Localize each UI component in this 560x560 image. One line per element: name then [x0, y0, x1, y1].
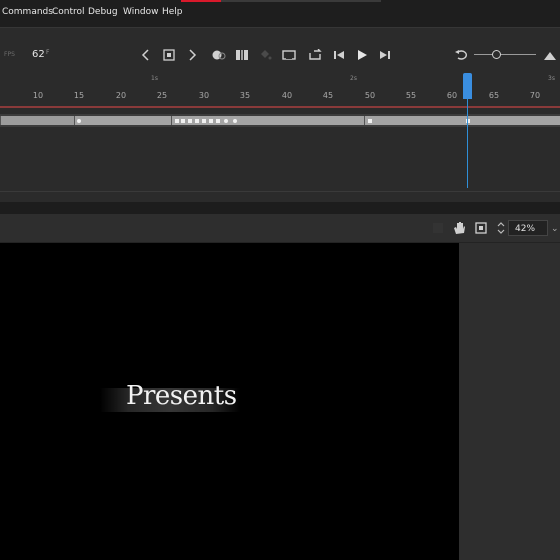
seconds-marker-2s: 2s [350, 75, 357, 82]
clip-icon[interactable] [430, 220, 446, 236]
menu-control[interactable]: Control [52, 7, 85, 17]
ruler-tick-55: 55 [405, 91, 417, 100]
keyframe[interactable] [224, 119, 228, 123]
rotate-icon[interactable] [493, 220, 509, 236]
keyframe[interactable] [181, 119, 185, 123]
playhead-handle[interactable] [463, 73, 472, 99]
ruler-tick-50: 50 [364, 91, 376, 100]
ruler-tick-60: 60 [446, 91, 458, 100]
title-divider [221, 0, 381, 2]
layer-row[interactable] [0, 114, 560, 127]
hand-icon[interactable] [451, 220, 467, 236]
stage-toolbar: 42% ⌄ [0, 214, 560, 243]
menu-commands[interactable]: Commands [2, 7, 53, 17]
current-frame[interactable]: 62 [32, 49, 45, 60]
keyframe[interactable] [368, 119, 372, 123]
keyframe[interactable] [202, 119, 206, 123]
mountain-icon[interactable] [542, 47, 558, 63]
menu-debug[interactable]: Debug [88, 7, 118, 17]
zoom-field[interactable]: 42% [508, 220, 548, 236]
frame-span[interactable] [0, 116, 74, 125]
ruler-tick-65: 65 [488, 91, 500, 100]
chevron-right-icon[interactable] [184, 47, 200, 63]
layer-highlight-line [0, 106, 560, 108]
chevron-down-icon[interactable]: ⌄ [551, 224, 559, 234]
ruler-tick-10: 10 [32, 91, 44, 100]
undo-icon[interactable] [453, 47, 469, 63]
stage-clip-icon[interactable] [473, 220, 489, 236]
stage-area: Presents [0, 243, 560, 560]
step-forward-icon[interactable] [377, 47, 393, 63]
zoom-slider-track[interactable] [474, 54, 536, 55]
paint-bucket-icon[interactable] [257, 47, 273, 63]
ruler-tick-20: 20 [115, 91, 127, 100]
timeline-ruler[interactable]: 10 15 20 25 30 35 40 45 50 55 60 65 70 [0, 86, 560, 104]
menu-bar: Commands Control Debug Window Help [0, 0, 560, 27]
ruler-tick-35: 35 [239, 91, 251, 100]
stage-text[interactable]: Presents [126, 381, 237, 411]
frame-span[interactable] [364, 116, 560, 125]
zoom-slider-thumb[interactable] [492, 50, 501, 59]
stage-canvas[interactable]: Presents [0, 243, 459, 560]
keyframe[interactable] [77, 119, 81, 123]
ruler-tick-30: 30 [198, 91, 210, 100]
keyframe-icon[interactable] [161, 47, 177, 63]
frame-unit: F [46, 49, 50, 56]
keyframe[interactable] [209, 119, 213, 123]
accent-bar [181, 0, 221, 2]
timeline-controls: FPS 62 F [0, 42, 560, 68]
edit-multiple-icon[interactable] [234, 47, 250, 63]
seconds-marker-1s: 1s [151, 75, 158, 82]
loop-icon[interactable] [307, 47, 323, 63]
ruler-tick-25: 25 [156, 91, 168, 100]
ruler-tick-15: 15 [73, 91, 85, 100]
frame-span[interactable] [74, 116, 171, 125]
step-back-icon[interactable] [331, 47, 347, 63]
keyframe[interactable] [175, 119, 179, 123]
keyframe[interactable] [233, 119, 237, 123]
frame-span[interactable] [171, 116, 364, 125]
frame-clip-icon[interactable] [281, 47, 297, 63]
fps-label: FPS [4, 51, 15, 58]
timeline-panel: FPS 62 F 1s 2s 3s 10 15 20 25 30 35 40 4… [0, 27, 560, 203]
timeline-divider [0, 191, 560, 192]
menu-window[interactable]: Window [123, 7, 159, 17]
keyframe[interactable] [195, 119, 199, 123]
keyframe[interactable] [188, 119, 192, 123]
seconds-marker-3s: 3s [548, 75, 555, 82]
keyframe[interactable] [216, 119, 220, 123]
ruler-tick-40: 40 [281, 91, 293, 100]
menu-help[interactable]: Help [162, 7, 183, 17]
ruler-tick-70: 70 [529, 91, 541, 100]
chevron-left-icon[interactable] [138, 47, 154, 63]
play-icon[interactable] [354, 47, 370, 63]
ruler-tick-45: 45 [322, 91, 334, 100]
panel-gap [0, 202, 560, 214]
onion-skin-icon[interactable] [211, 47, 227, 63]
